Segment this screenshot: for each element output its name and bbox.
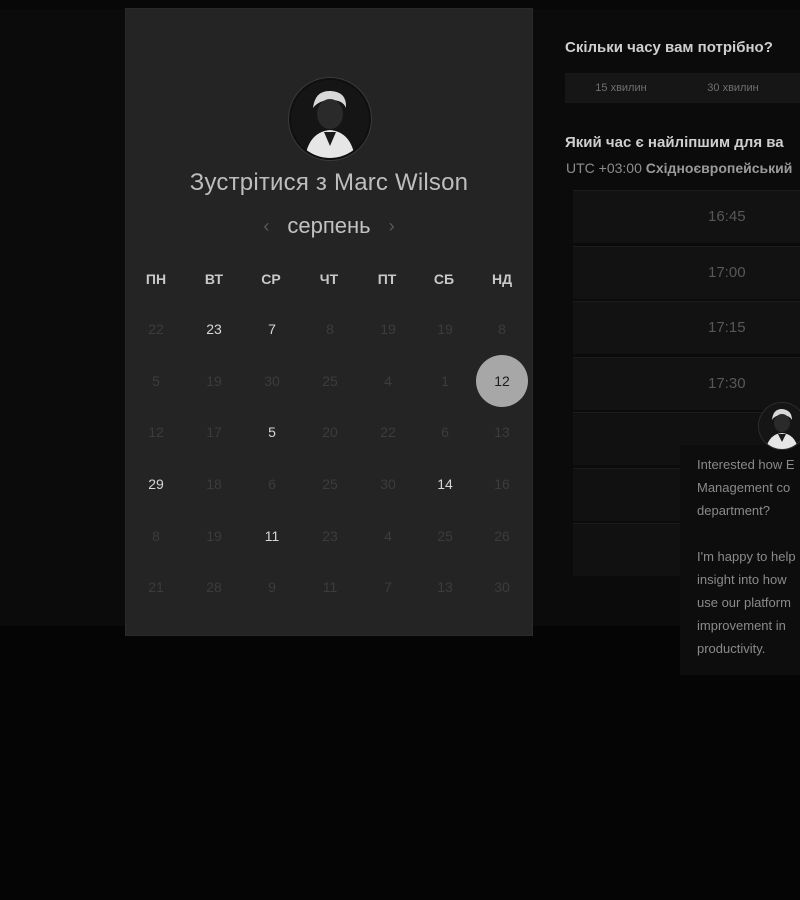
duration-selector: 15 хвилин 30 хвилин: [565, 73, 800, 103]
weekday-label: ВТ: [204, 271, 224, 287]
calendar-day: 11: [322, 579, 338, 595]
calendar-day: 18: [206, 476, 222, 492]
chevron-left-icon[interactable]: ‹: [259, 216, 273, 237]
calendar-day[interactable]: 14: [419, 458, 471, 510]
duration-option-30[interactable]: 30 хвилин: [677, 73, 789, 103]
chat-message: Interested how E Management co departmen…: [697, 453, 800, 683]
calendar-day[interactable]: 29: [130, 458, 182, 510]
calendar-day: 23: [322, 528, 338, 544]
calendar-day: 19: [437, 321, 453, 337]
weekday-label: ПТ: [377, 271, 397, 287]
chat-avatar-button[interactable]: [758, 402, 800, 450]
calendar-day: 8: [326, 321, 334, 337]
calendar-day: 19: [206, 528, 222, 544]
calendar-day[interactable]: 23: [188, 303, 240, 355]
calendar-day: 30: [380, 476, 396, 492]
timezone-label[interactable]: UTC +03:00 Східноєвропейський: [566, 160, 792, 176]
person-icon: [291, 80, 369, 158]
chat-line: insight into how: [697, 572, 787, 587]
calendar-day: 8: [152, 528, 160, 544]
calendar-day: 12: [148, 424, 164, 440]
calendar-day: 13: [494, 424, 510, 440]
calendar-day: 19: [206, 373, 222, 389]
calendar-day: 4: [384, 373, 392, 389]
calendar-day[interactable]: 11: [246, 510, 298, 562]
calendar-day: 20: [322, 424, 338, 440]
calendar-day[interactable]: 5: [246, 406, 298, 458]
month-navigation: ‹ серпень ›: [126, 213, 532, 239]
chat-line: department?: [697, 503, 770, 518]
calendar-day: 25: [322, 476, 338, 492]
calendar-day: 8: [498, 321, 506, 337]
weekday-label: НД: [491, 271, 513, 287]
calendar-day: 25: [322, 373, 338, 389]
calendar-day: 1: [441, 373, 449, 389]
calendar-day: 17: [206, 424, 222, 440]
calendar-day: 26: [494, 528, 510, 544]
chat-line: I'm happy to help: [697, 549, 796, 564]
time-question: Який час є найліпшим для ва: [565, 134, 784, 151]
calendar-day: 4: [384, 528, 392, 544]
time-slot-label: 17:30: [708, 375, 746, 392]
time-slot[interactable]: 17:30: [573, 357, 800, 410]
time-slot-label: 17:00: [708, 264, 746, 281]
weekday-label: ЧТ: [319, 271, 339, 287]
calendar-day: 9: [268, 579, 276, 595]
time-slot[interactable]: 16:45: [573, 190, 800, 243]
time-slot-label: 16:45: [708, 208, 746, 225]
calendar-day: 28: [206, 579, 222, 595]
duration-question: Скільки часу вам потрібно?: [565, 39, 773, 56]
timezone-offset: UTC +03:00: [566, 160, 642, 176]
chevron-right-icon[interactable]: ›: [385, 216, 399, 237]
calendar-day[interactable]: 7: [246, 303, 298, 355]
calendar-day: 21: [148, 579, 164, 595]
calendar-day: 30: [494, 579, 510, 595]
calendar-day: 6: [441, 424, 449, 440]
calendar-day: 13: [437, 579, 453, 595]
host-avatar: [289, 78, 371, 160]
chat-line: Management co: [697, 480, 791, 495]
chat-line: use our platform: [697, 595, 791, 610]
chat-line: Interested how E: [697, 457, 795, 472]
chat-line: improvement in: [697, 618, 786, 633]
calendar-day-selected[interactable]: 12: [476, 355, 528, 407]
calendar-day: 16: [494, 476, 510, 492]
time-slot[interactable]: 17:00: [573, 246, 800, 299]
calendar-day: 19: [380, 321, 396, 337]
weekday-label: ПН: [145, 271, 167, 287]
scheduler-panel: Зустрітися з Marc Wilson ‹ серпень › ПН …: [126, 9, 532, 635]
chat-popup: Interested how E Management co departmen…: [680, 445, 800, 675]
page-title: Зустрітися з Marc Wilson: [189, 169, 469, 196]
weekday-label: СР: [261, 271, 281, 287]
calendar-day: 25: [437, 528, 453, 544]
calendar-day: 7: [384, 579, 392, 595]
calendar-day: 22: [380, 424, 396, 440]
month-label: серпень: [287, 213, 371, 238]
person-icon: [759, 403, 800, 449]
calendar-day: 30: [264, 373, 280, 389]
chat-line: productivity.: [697, 641, 766, 656]
timezone-name: Східноєвропейський: [645, 160, 793, 176]
time-slot-label: 17:15: [708, 319, 746, 336]
weekday-label: СБ: [433, 271, 455, 287]
calendar-day: 22: [148, 321, 164, 337]
calendar-day: 6: [268, 476, 276, 492]
calendar-day: 5: [152, 373, 160, 389]
duration-option-15[interactable]: 15 хвилин: [565, 73, 677, 103]
time-slot[interactable]: 17:15: [573, 301, 800, 354]
